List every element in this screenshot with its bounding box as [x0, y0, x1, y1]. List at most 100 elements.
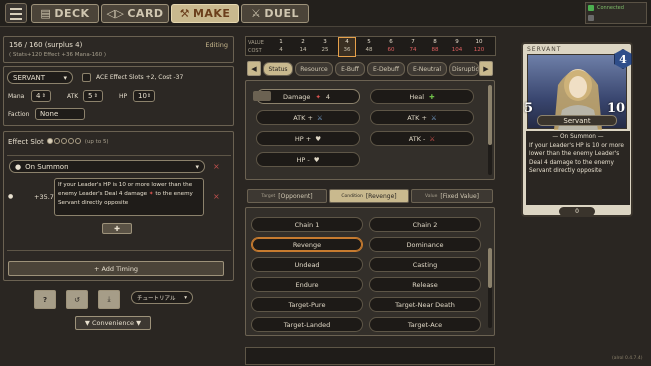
scrollbar[interactable]: [488, 85, 492, 175]
card-preview: SERVANT 4 5 10 Servant — On Summon — If …: [521, 42, 633, 217]
cost-cell[interactable]: 25: [318, 47, 332, 53]
card-form: SERVANT ▾ ACE Effect Slots +2, Cost -37 M…: [3, 66, 234, 126]
slider-handle-icon[interactable]: [253, 91, 271, 101]
download-icon: ⤓: [107, 295, 111, 303]
chevron-down-icon: ▾: [184, 294, 187, 301]
hp-up-action[interactable]: HP + ♥: [256, 131, 360, 146]
hp-down-action[interactable]: HP - ♥: [256, 152, 360, 167]
undo-icon: ↺: [74, 295, 80, 304]
effect-slot-header: Effect Slot (up to 5): [8, 138, 109, 146]
cost-cell[interactable]: 104: [450, 47, 464, 53]
tab-duel[interactable]: ⚔ DUEL: [241, 4, 309, 23]
damage-action[interactable]: Damage ✦ 4: [256, 89, 360, 104]
cost-breakdown: ( Stats+120 Effect +36 Mana-160 ): [9, 52, 107, 58]
top-bar: ▤ DECK ◁▷ CARD ⚒ MAKE ⚔ DUEL Connected: [0, 0, 651, 27]
tab-e-neutral[interactable]: E-Neutral: [407, 62, 447, 76]
conditions-panel: Chain 1 Chain 2 Revenge Dominance Undead Cast…: [245, 207, 495, 336]
atk-label: ATK: [67, 93, 79, 100]
value-cell[interactable]: 10: [472, 39, 486, 45]
question-icon: ?: [42, 295, 48, 304]
value-cost-table: VALUE COST 1 4 2 14 3 25 4 36 5 48 6 60 7 74 8 88 9 104 10…: [245, 36, 496, 57]
value-cell[interactable]: 1: [274, 39, 288, 45]
tab-disruption[interactable]: Disruptio: [449, 62, 479, 76]
ace-checkbox[interactable]: [82, 73, 91, 82]
tab-card[interactable]: ◁▷ CARD: [101, 4, 169, 23]
card-effect: — On Summon — If your Leader's HP is 10 …: [526, 131, 630, 205]
reset-button[interactable]: ↺: [66, 290, 88, 309]
effect-text-box[interactable]: If your Leader's HP is 10 or more lower …: [54, 178, 204, 216]
value-cell[interactable]: 2: [296, 39, 310, 45]
remove-timing-icon[interactable]: ×: [213, 162, 220, 171]
timing-select[interactable]: ● On Summon ▾: [9, 160, 205, 173]
scroll-left-icon[interactable]: ◀: [247, 61, 261, 76]
condition-option[interactable]: Dominance: [369, 237, 481, 252]
value-cell[interactable]: 6: [384, 39, 398, 45]
cost-cell[interactable]: 74: [406, 47, 420, 53]
add-effect-button[interactable]: ✚: [102, 223, 132, 234]
value-cell[interactable]: 3: [318, 39, 332, 45]
connection-status: Connected: [585, 2, 647, 24]
cost-cell[interactable]: 36: [340, 47, 354, 53]
deck-icon: ▤: [40, 7, 52, 20]
condition-option[interactable]: Target-Ace: [369, 317, 481, 332]
mana-stepper[interactable]: 4 ⇕: [31, 90, 51, 102]
tab-condition[interactable]: Condition [Revenge]: [329, 189, 409, 203]
hp-stepper[interactable]: 10 ⇕: [133, 90, 155, 102]
atk-stepper[interactable]: 5 ⇕: [83, 90, 103, 102]
cost-cell[interactable]: 120: [472, 47, 486, 53]
value-cell[interactable]: 9: [450, 39, 464, 45]
tutorial-select[interactable]: チュートリアル ▾: [131, 291, 193, 304]
condition-option[interactable]: Casting: [369, 257, 481, 272]
effect-panel: Effect Slot (up to 5) ● On Summon ▾ × ● +3…: [3, 131, 234, 281]
stepper-icon: ⇕: [41, 93, 46, 99]
cost-cell[interactable]: 60: [384, 47, 398, 53]
card-icon: ◁▷: [106, 7, 125, 20]
convenience-button[interactable]: ▼ Convenience ▼: [75, 316, 151, 330]
condition-option[interactable]: Endure: [251, 277, 363, 292]
scrollbar[interactable]: [488, 248, 492, 328]
menu-icon[interactable]: [5, 3, 27, 23]
heal-icon: ✚: [429, 92, 435, 101]
condition-option[interactable]: Chain 1: [251, 217, 363, 232]
condition-option[interactable]: Target-Pure: [251, 297, 363, 312]
tab-e-buff[interactable]: E-Buff: [335, 62, 365, 76]
cost-cell[interactable]: 88: [428, 47, 442, 53]
atk-up-action-2[interactable]: ATK + ⚔: [370, 110, 474, 125]
faction-input[interactable]: None: [35, 108, 85, 120]
value-cell[interactable]: 4: [340, 39, 354, 45]
add-timing-button[interactable]: + Add Timing: [8, 261, 224, 276]
tab-status[interactable]: Status: [263, 62, 293, 76]
tab-resource[interactable]: Resource: [295, 62, 333, 76]
condition-option[interactable]: Chain 2: [369, 217, 481, 232]
value-cell[interactable]: 8: [428, 39, 442, 45]
condition-option[interactable]: Revenge: [251, 237, 363, 252]
value-cell[interactable]: 5: [362, 39, 376, 45]
atk-up-action[interactable]: ATK + ⚔: [256, 110, 360, 125]
card-hp: 10: [607, 101, 626, 116]
tab-make[interactable]: ⚒ MAKE: [171, 4, 239, 23]
target-tabs: Target [Opponent] Condition [Revenge] Valu…: [245, 187, 495, 205]
condition-option[interactable]: Target-Near Death: [369, 297, 481, 312]
condition-option[interactable]: Release: [369, 277, 481, 292]
cost-cell[interactable]: 4: [274, 47, 288, 53]
slot-indicator: [46, 138, 82, 146]
remove-effect-icon[interactable]: ×: [213, 192, 220, 201]
atk-up-icon: ⚔: [316, 113, 323, 122]
heal-action[interactable]: Heal ✚: [370, 89, 474, 104]
save-button[interactable]: ⤓: [98, 290, 120, 309]
condition-option[interactable]: Undead: [251, 257, 363, 272]
atk-down-action[interactable]: ATK - ⚔: [370, 131, 474, 146]
hp-label: HP: [119, 93, 128, 100]
tab-value[interactable]: Value [Fixed Value]: [411, 189, 493, 203]
card-type-select[interactable]: SERVANT ▾: [7, 71, 73, 84]
cost-cell[interactable]: 14: [296, 47, 310, 53]
cost-cell[interactable]: 48: [362, 47, 376, 53]
value-cell[interactable]: 7: [406, 39, 420, 45]
condition-option[interactable]: Target-Landed: [251, 317, 363, 332]
effect-cost: +35.7: [34, 193, 54, 201]
help-button[interactable]: ?: [34, 290, 56, 309]
tab-target[interactable]: Target [Opponent]: [247, 189, 327, 203]
scroll-right-icon[interactable]: ▶: [479, 61, 493, 76]
tab-e-debuff[interactable]: E-Debuff: [367, 62, 405, 76]
tab-deck[interactable]: ▤ DECK: [31, 4, 99, 23]
